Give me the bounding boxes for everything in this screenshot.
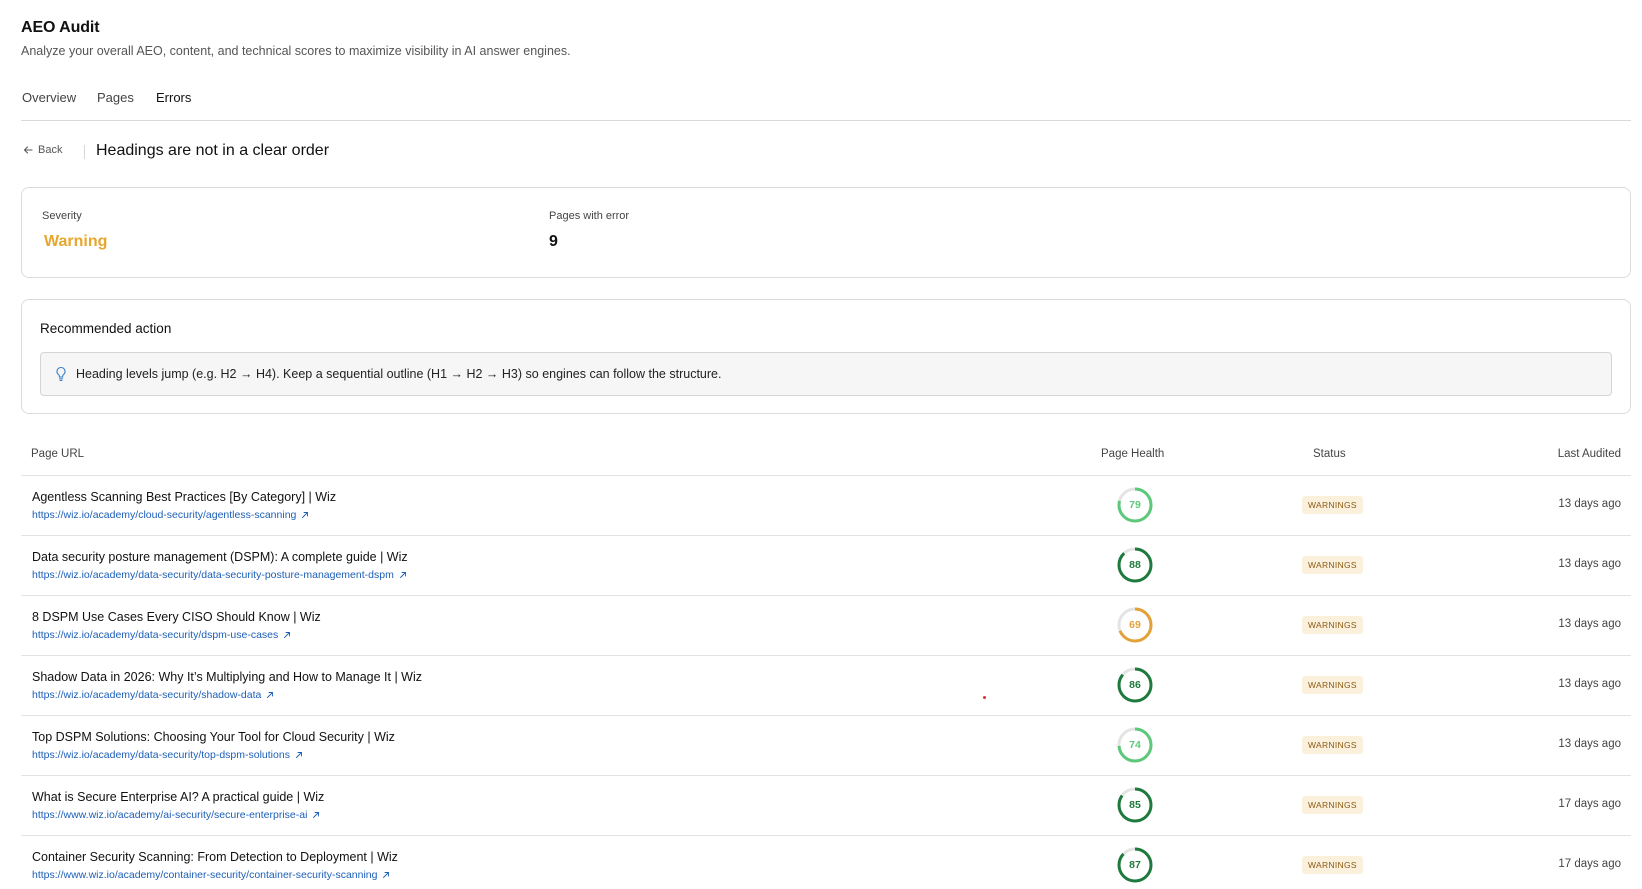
page-title-cell: Data security posture management (DSPM):… [32,550,408,564]
page-url-link[interactable]: https://wiz.io/academy/cloud-security/ag… [32,509,309,521]
back-button[interactable]: Back [23,144,62,156]
back-label: Back [38,144,63,156]
lightbulb-icon [56,366,66,382]
status-badge: WARNINGS [1302,796,1363,814]
summary-card: Severity Warning Pages with error 9 [21,187,1631,278]
external-link-icon [399,572,406,578]
external-link-icon [302,512,309,518]
recommendation-text: Heading levels jump (e.g. H2 → H4). Keep… [76,367,722,381]
column-last-audited: Last Audited [1557,448,1621,460]
table-header: Page URL Page Health Status Last Audited [21,440,1631,476]
last-audited-cell: 13 days ago [1558,738,1621,750]
divider [84,145,85,159]
last-audited-cell: 13 days ago [1558,558,1621,570]
page-subtitle: Analyze your overall AEO, content, and t… [21,44,571,58]
table-row[interactable]: Agentless Scanning Best Practices [By Ca… [21,476,1631,536]
page-title-cell: Container Security Scanning: From Detect… [32,850,398,864]
status-badge: WARNINGS [1302,676,1363,694]
last-audited-cell: 17 days ago [1558,858,1621,870]
page-url-link[interactable]: https://wiz.io/academy/data-security/dsp… [32,629,291,641]
external-link-icon [313,812,320,818]
page-health-gauge: 88 [1116,546,1154,584]
page-url-text: https://wiz.io/academy/data-security/sha… [32,689,262,701]
table-row[interactable]: What is Secure Enterprise AI? A practica… [21,776,1631,836]
pages-with-error-value: 9 [549,233,558,250]
pages-with-error-label: Pages with error [549,210,630,222]
table-row[interactable]: Container Security Scanning: From Detect… [21,836,1631,889]
page-url-link[interactable]: https://wiz.io/academy/data-security/top… [32,749,303,761]
page-health-score: 69 [1129,619,1141,631]
severity-label: Severity [42,210,82,222]
status-badge: WARNINGS [1302,556,1363,574]
column-page-url: Page URL [31,448,85,460]
severity-value: Warning [44,233,108,250]
status-badge: WARNINGS [1302,616,1363,634]
table-row[interactable]: Top DSPM Solutions: Choosing Your Tool f… [21,716,1631,776]
aeo-audit-page: AEO Audit Analyze your overall AEO, cont… [21,0,1631,889]
page-health-score: 79 [1129,499,1141,511]
page-title-cell: 8 DSPM Use Cases Every CISO Should Know … [32,610,321,624]
page-title-cell: Top DSPM Solutions: Choosing Your Tool f… [32,730,395,744]
tab-overview[interactable]: Overview [22,90,76,105]
external-link-icon [296,752,302,758]
page-health-gauge: 69 [1116,606,1154,644]
recommendation-box: Heading levels jump (e.g. H2 → H4). Keep… [40,352,1612,396]
page-health-gauge: 79 [1116,486,1154,524]
page-health-score: 88 [1129,559,1141,571]
page-health-gauge: 86 [1116,666,1154,704]
page-title-cell: What is Secure Enterprise AI? A practica… [32,790,325,804]
page-title-cell: Agentless Scanning Best Practices [By Ca… [32,490,337,504]
status-badge: WARNINGS [1302,736,1363,754]
page-url-link[interactable]: https://www.wiz.io/academy/container-sec… [32,869,390,881]
page-health-gauge: 85 [1116,786,1154,824]
external-link-icon [383,872,390,878]
page-health-gauge: 74 [1116,726,1154,764]
page-health-score: 74 [1129,739,1141,751]
table-row[interactable]: 8 DSPM Use Cases Every CISO Should Know … [21,596,1631,656]
page-url-text: https://wiz.io/academy/data-security/dat… [32,569,394,581]
tab-errors[interactable]: Errors [156,90,191,105]
error-pages-table: Page URL Page Health Status Last Audited… [21,440,1631,889]
table-body: Agentless Scanning Best Practices [By Ca… [21,476,1631,889]
column-status: Status [1313,448,1346,460]
page-health-score: 86 [1129,679,1141,691]
cursor-dot [983,696,986,699]
page-health-score: 87 [1129,859,1141,871]
page-url-link[interactable]: https://wiz.io/academy/data-security/dat… [32,569,407,581]
last-audited-cell: 13 days ago [1558,618,1621,630]
table-row[interactable]: Shadow Data in 2026: Why It’s Multiplyin… [21,656,1631,716]
tab-bar: Overview Pages Errors [21,86,1631,121]
page-title-cell: Shadow Data in 2026: Why It’s Multiplyin… [32,670,423,684]
page-url-link[interactable]: https://www.wiz.io/academy/ai-security/s… [32,809,320,821]
page-url-text: https://wiz.io/academy/data-security/dsp… [32,629,279,641]
recommendation-title: Recommended action [40,321,172,336]
table-row[interactable]: Data security posture management (DSPM):… [21,536,1631,596]
arrow-left-icon [23,146,33,154]
last-audited-cell: 13 days ago [1558,498,1621,510]
page-url-text: https://www.wiz.io/academy/ai-security/s… [32,809,308,821]
recommendation-card: Recommended action Heading levels jump (… [21,299,1631,414]
error-header: Back Headings are not in a clear order [21,140,621,164]
tab-pages[interactable]: Pages [97,90,134,105]
page-url-text: https://www.wiz.io/academy/container-sec… [32,869,378,881]
last-audited-cell: 17 days ago [1558,798,1621,810]
external-link-icon [267,692,274,698]
external-link-icon [284,632,291,638]
page-health-gauge: 87 [1116,846,1154,884]
page-health-score: 85 [1129,799,1141,811]
last-audited-cell: 13 days ago [1558,678,1621,690]
page-url-text: https://wiz.io/academy/data-security/top… [32,749,290,761]
page-title: AEO Audit [21,19,100,36]
page-url-text: https://wiz.io/academy/cloud-security/ag… [32,509,297,521]
page-url-link[interactable]: https://wiz.io/academy/data-security/sha… [32,689,274,701]
status-badge: WARNINGS [1302,496,1363,514]
error-title: Headings are not in a clear order [96,142,330,159]
column-page-health: Page Health [1101,448,1165,460]
status-badge: WARNINGS [1302,856,1363,874]
